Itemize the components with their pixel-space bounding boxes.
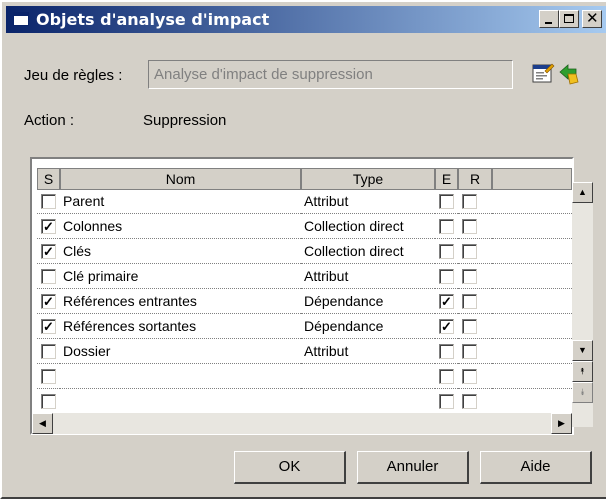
name-cell: Clé primaire (63, 268, 139, 284)
e-checkbox[interactable] (439, 269, 454, 284)
horizontal-scrollbar[interactable]: ◀ ▶ (32, 413, 572, 434)
impact-objects-dialog: Objets d'analyse d'impact ✕ Jeu de règle… (0, 0, 606, 499)
r-checkbox[interactable] (462, 269, 477, 284)
impact-objects-grid: S Nom Type E R Parent Attribut ✓ Colonnes Co… (30, 157, 593, 435)
action-value: Suppression (143, 112, 227, 129)
scroll-up-button[interactable]: ▲ (572, 182, 593, 203)
name-cell: Références sortantes (63, 318, 197, 334)
column-header-blank (492, 168, 572, 190)
r-checkbox[interactable] (462, 244, 477, 259)
type-cell: Attribut (304, 193, 349, 209)
name-cell: Colonnes (63, 218, 123, 234)
r-checkbox[interactable] (462, 294, 477, 309)
select-object-icon[interactable] (558, 62, 582, 86)
name-cell: Dossier (63, 343, 111, 359)
scroll-page-down-button[interactable]: ⯯ (572, 382, 593, 403)
type-cell: Collection direct (304, 218, 404, 234)
column-header-s[interactable]: S (37, 168, 60, 190)
ruleset-label: Jeu de règles : (24, 67, 123, 84)
r-checkbox[interactable] (462, 194, 477, 209)
column-header-type[interactable]: Type (301, 168, 435, 190)
type-cell: Collection direct (304, 243, 404, 259)
window-icon (13, 12, 29, 26)
column-header-e[interactable]: E (435, 168, 458, 190)
maximize-icon (564, 14, 574, 23)
select-checkbox[interactable] (41, 369, 56, 384)
r-checkbox[interactable] (462, 369, 477, 384)
select-checkbox[interactable]: ✓ (41, 294, 56, 309)
e-checkbox[interactable]: ✓ (439, 319, 454, 334)
select-checkbox[interactable] (41, 344, 56, 359)
type-cell: Dépendance (304, 318, 384, 334)
r-checkbox[interactable] (462, 319, 477, 334)
window-title: Objets d'analyse d'impact (36, 10, 270, 29)
r-checkbox[interactable] (462, 219, 477, 234)
column-header-r[interactable]: R (458, 168, 492, 190)
e-checkbox[interactable] (439, 219, 454, 234)
r-checkbox[interactable] (462, 344, 477, 359)
select-checkbox[interactable]: ✓ (41, 319, 56, 334)
scroll-left-button[interactable]: ◀ (32, 413, 53, 434)
minimize-button[interactable] (539, 10, 559, 28)
vertical-scrollbar[interactable]: ▲ ▼ ⯭ ⯯ (572, 182, 593, 427)
scroll-right-button[interactable]: ▶ (551, 413, 572, 434)
scroll-page-up-button[interactable]: ⯭ (572, 361, 593, 382)
scroll-down-button[interactable]: ▼ (572, 340, 593, 361)
action-label: Action : (24, 112, 75, 129)
ruleset-field[interactable]: Analyse d'impact de suppression (148, 60, 513, 89)
e-checkbox[interactable] (439, 194, 454, 209)
e-checkbox[interactable]: ✓ (439, 294, 454, 309)
maximize-button[interactable] (559, 10, 579, 28)
name-cell: Références entrantes (63, 293, 197, 309)
minimize-icon (545, 22, 552, 24)
select-checkbox[interactable]: ✓ (41, 244, 56, 259)
select-checkbox[interactable]: ✓ (41, 219, 56, 234)
properties-icon[interactable] (531, 62, 555, 86)
select-checkbox[interactable] (41, 394, 56, 409)
cancel-button[interactable]: Annuler (357, 451, 469, 484)
select-checkbox[interactable] (41, 194, 56, 209)
type-cell: Attribut (304, 343, 349, 359)
e-checkbox[interactable] (439, 244, 454, 259)
name-cell: Clés (63, 243, 92, 259)
e-checkbox[interactable] (439, 369, 454, 384)
column-header-name[interactable]: Nom (60, 168, 301, 190)
name-cell: Parent (63, 193, 105, 209)
title-bar[interactable]: Objets d'analyse d'impact ✕ (6, 6, 606, 33)
r-checkbox[interactable] (462, 394, 477, 409)
help-button[interactable]: Aide (480, 451, 592, 484)
e-checkbox[interactable] (439, 394, 454, 409)
close-button[interactable]: ✕ (582, 9, 602, 28)
select-checkbox[interactable] (41, 269, 56, 284)
type-cell: Dépendance (304, 293, 384, 309)
e-checkbox[interactable] (439, 344, 454, 359)
ok-button[interactable]: OK (234, 451, 346, 484)
close-icon: ✕ (586, 9, 599, 27)
type-cell: Attribut (304, 268, 349, 284)
